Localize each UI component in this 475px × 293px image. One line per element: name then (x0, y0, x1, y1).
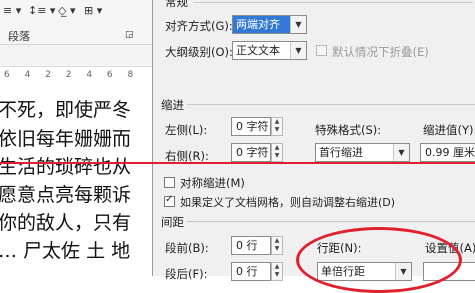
indent-left-input[interactable]: 0 字符 (231, 117, 271, 136)
dialog-launcher-icon[interactable]: ◲ (125, 30, 134, 40)
spacing-section-label: 间距 (161, 215, 184, 229)
chevron-down-icon[interactable]: ▼ (290, 42, 306, 59)
indent-by-label: 缩进值(Y): (423, 123, 475, 137)
document-page: 不死，即使严冬 依旧每年姗姗而 生活的琐碎也从 愿意点亮每颗诉 你的敌人，只有 … (0, 85, 153, 276)
horizontal-ruler: 6 4 2 2 4 6 8 (0, 66, 157, 86)
alignment-label: 对齐方式(G): (165, 19, 233, 33)
spacing-after-spinner[interactable]: ▲ ▼ (271, 262, 283, 281)
section-divider (193, 2, 473, 3)
special-indent-value: 首行缩进 (319, 146, 363, 159)
chevron-down-icon[interactable]: ▼ (393, 144, 409, 161)
outline-level-label: 大纲级别(O): (165, 45, 233, 59)
line-spacing-icon[interactable]: ↕≡ ▾ (28, 4, 55, 17)
annotation-circle (296, 227, 462, 293)
spacing-before-spinner[interactable]: ▲ ▼ (271, 236, 283, 255)
collapse-by-default-checkbox[interactable] (316, 45, 327, 56)
document-line: 不死，即使严冬 (0, 99, 132, 121)
indent-right-spinner[interactable]: ▲ ▼ (271, 143, 283, 162)
general-section-label: 常规 (165, 0, 188, 9)
chevron-down-icon[interactable]: ▼ (290, 16, 306, 33)
document-line: 愿意点亮每颗诉 (0, 184, 132, 206)
alignment-value: 两端对齐 (236, 18, 280, 31)
alignment-select[interactable]: 两端对齐 ▼ (232, 15, 307, 34)
spacing-before-label: 段前(B): (165, 241, 209, 255)
document-line: 依旧每年姗姗而 (0, 128, 132, 150)
mirror-indents-checkbox[interactable] (164, 177, 175, 188)
outline-level-value: 正文文本 (236, 44, 280, 57)
auto-adjust-indent-checkbox[interactable] (164, 194, 175, 207)
mirror-indents-label: 对称缩进(M) (180, 176, 245, 190)
spacing-after-label: 段后(F): (165, 267, 208, 281)
paragraph-group-label: 段落 (8, 30, 30, 43)
section-divider (187, 221, 475, 222)
document-line: … 尸太佐 土 地 (0, 240, 131, 262)
outline-level-select[interactable]: 正文文本 ▼ (232, 41, 307, 60)
indent-left-label: 左侧(L): (165, 123, 208, 137)
document-line: 生活的琐碎也从 (0, 156, 132, 178)
align-icon[interactable]: ≡ ▾ (3, 4, 21, 17)
section-divider (187, 104, 475, 105)
borders-icon[interactable]: ⊞ ▾ (84, 4, 102, 17)
ruler-gap (0, 45, 153, 66)
indent-by-input[interactable]: 0.99 厘米 (420, 143, 475, 162)
spacing-after-input[interactable]: 0 行 (231, 262, 271, 281)
special-indent-label: 特殊格式(S): (315, 123, 382, 137)
indent-left-spinner[interactable]: ▲ ▼ (271, 117, 283, 136)
special-indent-select[interactable]: 首行缩进 ▼ (315, 143, 410, 162)
indent-section-label: 缩进 (161, 98, 184, 112)
annotation-line (0, 162, 475, 164)
spacing-before-input[interactable]: 0 行 (231, 236, 271, 255)
ribbon-paragraph-group: ≡ ▾ ↕≡ ▾ ◇̲ ▾ ⊞ ▾ 段落 ◲ (0, 0, 153, 45)
auto-adjust-indent-label: 如果定义了文档网格，则自动调整右缩进(D) (180, 196, 396, 209)
shading-icon[interactable]: ◇̲ ▾ (58, 4, 75, 17)
collapse-by-default-label: 默认情况下折叠(E) (332, 45, 429, 59)
indent-right-input[interactable]: 0 字符 (231, 143, 271, 162)
document-line: 你的敌人，只有 (0, 212, 132, 234)
